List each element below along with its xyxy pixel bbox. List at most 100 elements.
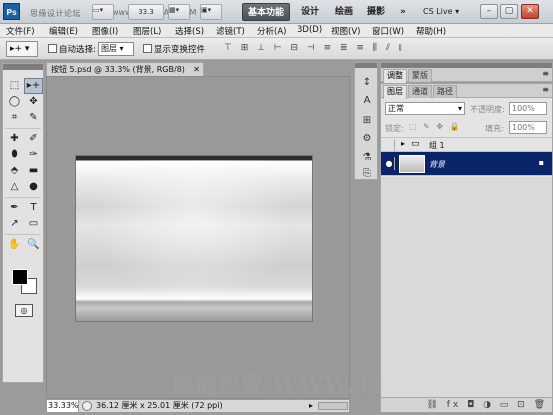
brush-tool-icon[interactable]: ✐ [24, 131, 43, 147]
menu-layer[interactable]: 图层(L) [133, 25, 161, 37]
status-bar: 33.33% 36.12 厘米 x 25.01 厘米 (72 ppi) ▸ [46, 399, 350, 413]
eraser-tool-icon[interactable]: ⬘ [5, 163, 24, 179]
layer-name: 背景 [429, 160, 445, 169]
gradient-tool-icon[interactable]: ▬ [24, 163, 43, 179]
workspace-painting[interactable]: 绘画 [330, 3, 358, 21]
blend-mode-select[interactable]: 正常 ▾ [385, 102, 465, 115]
layers-list-empty-area[interactable] [381, 177, 552, 397]
workspace-design[interactable]: 设计 [296, 3, 324, 21]
clone-source-panel-icon[interactable]: ⎘ [360, 167, 374, 181]
type-tool-icon[interactable]: T [24, 200, 43, 216]
quick-mask-button[interactable]: ◎ [15, 304, 33, 317]
shape-tool-icon[interactable]: ▭ [24, 216, 43, 232]
cs-live-button[interactable]: CS Live ▾ [420, 4, 462, 20]
dock-header[interactable] [355, 63, 377, 68]
expand-arrow-icon[interactable]: ▸ [401, 139, 405, 148]
workspace-essentials[interactable]: 基本功能 [242, 3, 291, 21]
quick-selection-tool-icon[interactable]: ✥ [24, 94, 43, 110]
menu-file[interactable]: 文件(F) [6, 25, 35, 37]
workspace-photography[interactable]: 摄影 [362, 3, 390, 21]
opacity-field[interactable]: 100% [509, 102, 547, 115]
folder-icon: ▭ [411, 139, 420, 149]
path-selection-tool-icon[interactable]: ↗ [5, 216, 24, 232]
foreground-color-swatch[interactable] [12, 269, 28, 285]
zoom-level-button[interactable]: 33.3 [128, 4, 164, 20]
menu-help[interactable]: 帮助(H) [416, 25, 446, 37]
pen-tool-icon[interactable]: ✒ [5, 200, 24, 216]
fill-field[interactable]: 100% [509, 121, 547, 134]
photoshop-logo: Ps [3, 3, 20, 20]
menu-image[interactable]: 图像(I) [92, 25, 118, 37]
extras-button[interactable]: ▣▾ [200, 4, 222, 20]
layers-panel-footer[interactable]: ⛓ fx ◘ ◑ ▭ ⊡ 🗑 [381, 397, 552, 412]
swatches-panel-icon[interactable]: ⊞ [360, 114, 374, 128]
tab-layers[interactable]: 图层 [383, 85, 407, 99]
lock-icon: ▪ [538, 158, 544, 167]
close-button[interactable]: ✕ [521, 4, 539, 19]
opacity-label: 不透明度: [470, 105, 505, 114]
menu-edit[interactable]: 编辑(E) [49, 25, 78, 37]
tool-divider [5, 195, 41, 198]
lock-options-icons[interactable]: ⬚ ✎ ✥ 🔒 [409, 122, 462, 131]
chevron-down-icon: ▾ [457, 104, 462, 113]
status-menu-arrow-icon[interactable]: ▸ [309, 400, 313, 412]
extras-icon: ▣▾ [201, 6, 212, 14]
arrange-documents-button[interactable]: ▦▾ [168, 4, 190, 20]
visibility-toggle[interactable] [384, 139, 395, 151]
healing-brush-tool-icon[interactable]: ✚ [5, 131, 24, 147]
tab-masks[interactable]: 蒙版 [408, 69, 432, 82]
cs-live-label: CS Live [423, 7, 453, 16]
marquee-tool-icon[interactable]: ⬚ [5, 78, 24, 94]
close-document-icon[interactable]: ✕ [193, 63, 200, 76]
eyedropper-tool-icon[interactable]: ✎ [24, 110, 43, 126]
toolbox-header[interactable] [3, 64, 43, 70]
brushes-panel-icon[interactable]: ⚙ [360, 132, 374, 146]
lasso-tool-icon[interactable]: ◯ [5, 94, 24, 110]
menu-window[interactable]: 窗口(W) [372, 25, 404, 37]
menu-3d[interactable]: 3D(D) [297, 25, 322, 35]
history-panel-icon[interactable]: ↕ [360, 76, 374, 90]
menu-select[interactable]: 选择(S) [175, 25, 204, 37]
more-workspaces-button[interactable]: » [395, 3, 411, 21]
forum-watermark: 思缘设计论坛 [30, 9, 81, 18]
show-transform-checkbox[interactable] [143, 44, 152, 53]
hand-tool-icon[interactable]: ✋ [5, 237, 24, 253]
maximize-button[interactable]: ▢ [500, 4, 518, 19]
menu-view[interactable]: 视图(V) [331, 25, 360, 37]
zoom-tool-icon[interactable]: 🔍 [24, 237, 43, 253]
layers-panel-menu-icon[interactable]: ≡ [542, 85, 549, 94]
align-distribute-icons[interactable]: ⊤ ⊞ ⊥ ⊢ ⊟ ⊣ ≡ ≣ ≡ ⫼ ⫽ ⫾ [224, 43, 405, 53]
clone-stamp-tool-icon[interactable]: ⬮ [5, 147, 24, 163]
menu-analysis[interactable]: 分析(A) [257, 25, 286, 37]
tool-preset-picker[interactable]: ▸+ ▾ [6, 41, 38, 57]
document-tab[interactable]: 按钮 5.psd @ 33.3% (背景, RGB/8) ✕ [46, 62, 204, 76]
document-image[interactable] [76, 156, 312, 321]
actions-panel-icon[interactable]: ⚗ [360, 151, 374, 165]
dodge-tool-icon[interactable]: ● [24, 179, 43, 195]
crop-tool-icon[interactable]: ⌗ [5, 110, 24, 126]
history-brush-tool-icon[interactable]: ✑ [24, 147, 43, 163]
blur-tool-icon[interactable]: △ [5, 179, 24, 195]
adjustments-panel: 调整 蒙版 ≡ [380, 62, 553, 83]
horizontal-scrollbar[interactable] [318, 402, 348, 410]
adjustments-panel-menu-icon[interactable]: ≡ [542, 69, 549, 78]
move-tool-icon[interactable]: ▸+ [24, 78, 43, 94]
tab-adjustments[interactable]: 调整 [383, 69, 407, 83]
title-bar: Ps 思缘设计论坛 www.MISSYUAN.COM ▭▾ 33.3 ▦▾ ▣▾… [0, 0, 553, 24]
layer-row-group-1[interactable]: ▸ ▭ 组 1 [381, 137, 552, 152]
menu-filter[interactable]: 滤镜(T) [216, 25, 245, 37]
screen-mode-icon: ▭▾ [93, 6, 104, 14]
adjustments-tabs: 调整 蒙版 ≡ [381, 68, 552, 83]
screen-mode-button[interactable]: ▭▾ [92, 4, 114, 20]
character-panel-icon[interactable]: A [360, 94, 374, 108]
tab-paths[interactable]: 路径 [433, 85, 457, 98]
auto-select-dropdown[interactable]: 图层 ▾ [98, 42, 134, 56]
status-info-icon[interactable] [82, 401, 92, 411]
layer-row-background[interactable]: ● 背景 ▪ [381, 152, 552, 176]
minimize-button[interactable]: – [480, 4, 498, 19]
eye-icon[interactable]: ● [384, 157, 395, 170]
document-title: 按钮 5.psd @ 33.3% (背景, RGB/8) [51, 65, 185, 74]
tab-channels[interactable]: 通道 [408, 85, 432, 98]
auto-select-checkbox[interactable] [48, 44, 57, 53]
zoom-level-field[interactable]: 33.33% [47, 400, 79, 412]
